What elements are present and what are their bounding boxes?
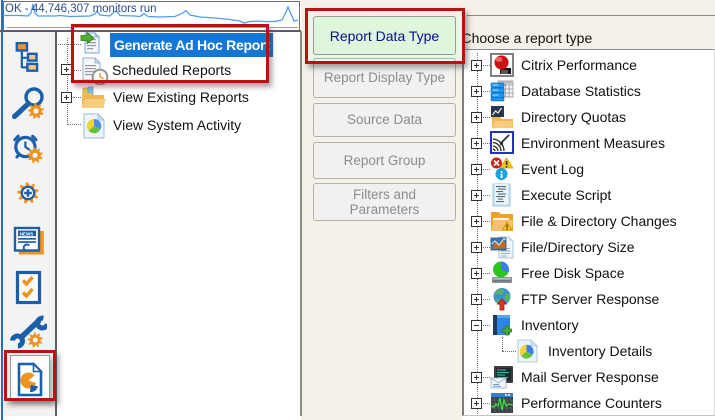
svg-text:NEWS: NEWS: [20, 231, 34, 236]
